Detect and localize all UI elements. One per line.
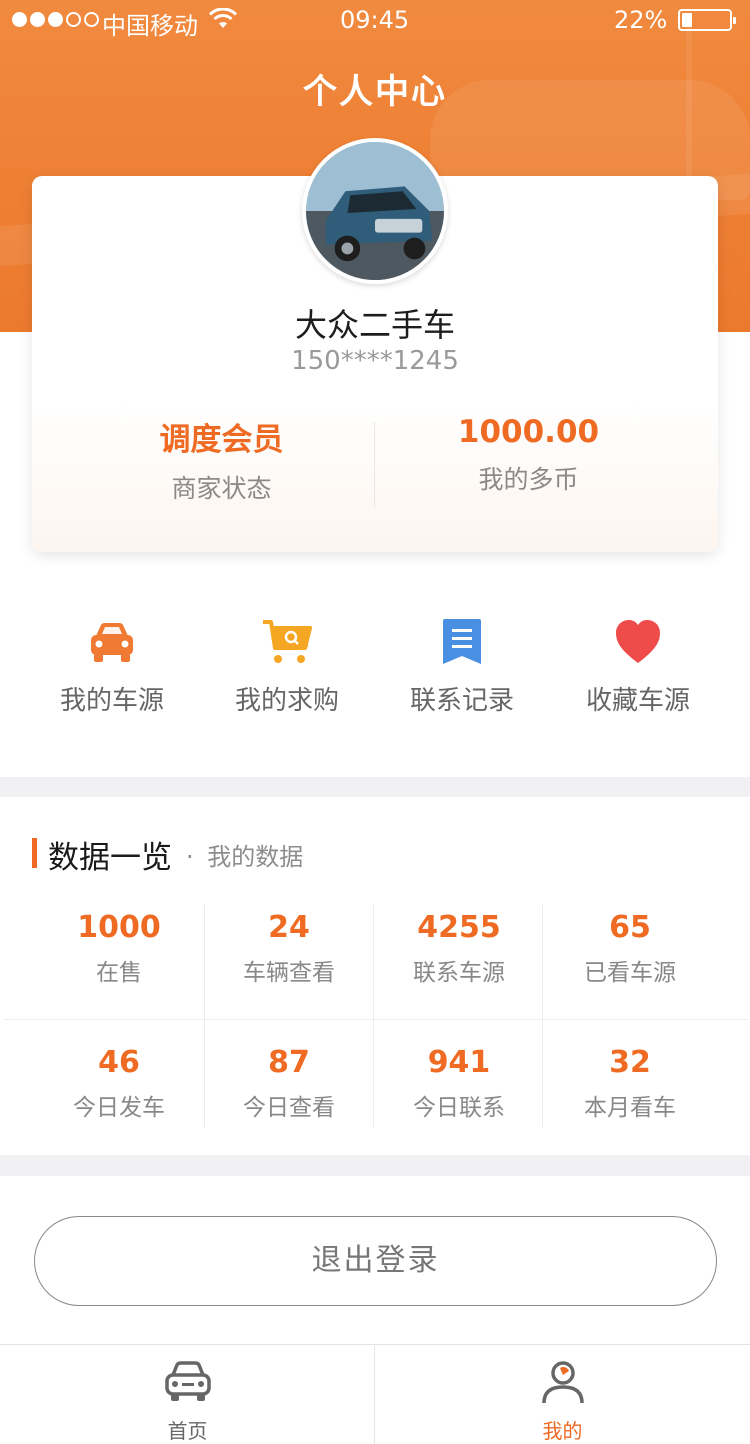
record-list-icon bbox=[443, 619, 481, 664]
section-accent-bar bbox=[32, 838, 37, 868]
data-cell-label: 今日发车 bbox=[73, 1095, 165, 1121]
data-cell-value: 46 bbox=[98, 1045, 140, 1080]
quick-action-favorite-cars[interactable]: 收藏车源 bbox=[550, 618, 726, 717]
data-cell-label: 车辆查看 bbox=[243, 960, 335, 986]
shopping-cart-icon bbox=[263, 620, 312, 663]
quick-action-contact-records[interactable]: 联系记录 bbox=[374, 618, 550, 717]
quick-action-label: 我的车源 bbox=[59, 686, 164, 716]
data-cell-on-sale[interactable]: 1000 在售 bbox=[34, 910, 204, 987]
quick-action-my-purchases[interactable]: 我的求购 bbox=[199, 618, 375, 717]
section-subtitle-text: 我的数据 bbox=[207, 843, 304, 871]
tab-divider bbox=[374, 1346, 375, 1444]
data-cell-value: 87 bbox=[268, 1045, 310, 1080]
section-separator: · bbox=[186, 843, 194, 871]
quick-action-my-cars[interactable]: 我的车源 bbox=[24, 618, 200, 717]
user-icon bbox=[541, 1361, 584, 1404]
data-cell-today-posted[interactable]: 46 今日发车 bbox=[34, 1045, 204, 1122]
data-cell-contacted-cars[interactable]: 4255 联系车源 bbox=[374, 910, 544, 987]
car-icon bbox=[91, 623, 133, 662]
my-coins-label: 我的多币 bbox=[478, 465, 579, 494]
data-cell-today-contacts[interactable]: 941 今日联系 bbox=[374, 1045, 544, 1122]
data-cell-month-viewings[interactable]: 32 本月看车 bbox=[545, 1045, 715, 1122]
heart-icon bbox=[616, 620, 660, 663]
section-subtitle: · 我的数据 bbox=[186, 837, 303, 872]
data-cell-viewed-cars[interactable]: 65 已看车源 bbox=[545, 910, 715, 987]
wifi-icon bbox=[208, 8, 238, 28]
battery-percent: 22% bbox=[614, 6, 668, 34]
data-cell-label: 在售 bbox=[96, 960, 142, 986]
profile-name: 大众二手车 bbox=[294, 306, 455, 344]
data-cell-label: 本月看车 bbox=[584, 1095, 676, 1121]
car-photo-icon bbox=[306, 142, 444, 280]
data-cell-vehicle-views[interactable]: 24 车辆查看 bbox=[204, 910, 374, 987]
data-cell-value: 32 bbox=[609, 1045, 651, 1080]
profile-phone: 150****1245 bbox=[291, 346, 459, 376]
data-cell-label: 今日联系 bbox=[413, 1095, 505, 1121]
avatar[interactable] bbox=[302, 138, 448, 284]
battery-icon bbox=[678, 9, 736, 31]
grid-divider bbox=[4, 1019, 748, 1020]
signal-strength-icon bbox=[12, 12, 99, 27]
tab-bar: 首页 我的 bbox=[0, 1344, 750, 1444]
merchant-status-label: 商家状态 bbox=[171, 474, 272, 503]
data-cell-value: 4255 bbox=[417, 910, 501, 945]
tab-mine-label: 我的 bbox=[542, 1419, 583, 1443]
merchant-status[interactable]: 调度会员 商家状态 bbox=[50, 414, 393, 505]
data-cell-today-views[interactable]: 87 今日查看 bbox=[204, 1045, 374, 1122]
my-coins[interactable]: 1000.00 我的多币 bbox=[357, 414, 700, 496]
page-title: 个人中心 bbox=[303, 72, 447, 112]
my-coins-value: 1000.00 bbox=[457, 414, 600, 450]
clock: 09:45 bbox=[340, 6, 410, 34]
car-front-icon bbox=[164, 1361, 211, 1401]
quick-action-label: 我的求购 bbox=[234, 686, 339, 716]
tab-home[interactable]: 首页 bbox=[0, 1345, 375, 1444]
data-cell-value: 1000 bbox=[77, 910, 161, 945]
data-cell-label: 已看车源 bbox=[584, 960, 676, 986]
data-cell-label: 今日查看 bbox=[243, 1095, 335, 1121]
merchant-status-value: 调度会员 bbox=[159, 422, 284, 458]
logout-button[interactable]: 退出登录 bbox=[34, 1216, 717, 1306]
section-title: 数据一览 bbox=[48, 840, 172, 876]
tab-home-label: 首页 bbox=[167, 1419, 208, 1443]
quick-action-label: 联系记录 bbox=[409, 686, 514, 716]
data-cell-value: 941 bbox=[427, 1045, 491, 1080]
quick-action-label: 收藏车源 bbox=[585, 686, 690, 716]
data-cell-value: 24 bbox=[268, 910, 310, 945]
tab-mine[interactable]: 我的 bbox=[375, 1345, 750, 1444]
data-cell-label: 联系车源 bbox=[413, 960, 505, 986]
data-cell-value: 65 bbox=[609, 910, 651, 945]
carrier-name: 中国移动 bbox=[102, 12, 198, 40]
status-bar: 中国移动 09:45 22% bbox=[0, 0, 750, 40]
